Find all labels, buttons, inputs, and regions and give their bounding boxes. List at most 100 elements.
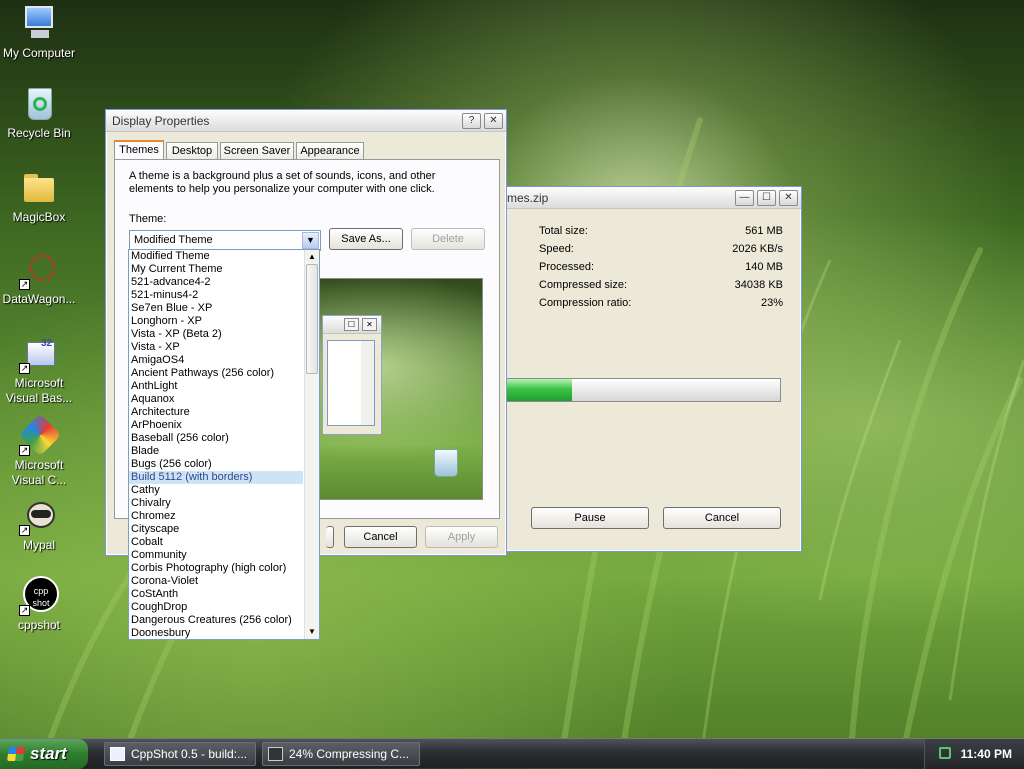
theme-option[interactable]: Architecture [129, 406, 303, 419]
theme-option[interactable]: Doonesbury [129, 627, 303, 640]
compress-window-title: mes.zip [507, 190, 549, 205]
close-button[interactable]: ✕ [484, 112, 503, 129]
clock[interactable]: 11:40 PM [961, 747, 1012, 761]
theme-option[interactable]: Se7en Blue - XP [129, 302, 303, 315]
theme-option[interactable]: Blade [129, 445, 303, 458]
tab-appearance[interactable]: Appearance [296, 142, 364, 160]
chevron-up-icon[interactable]: ▲ [306, 251, 318, 263]
theme-option[interactable]: Chivalry [129, 497, 303, 510]
theme-option[interactable]: Bugs (256 color) [129, 458, 303, 471]
stat-row: Speed: 2026 KB/s [539, 243, 783, 255]
tab-screen-saver[interactable]: Screen Saver [220, 142, 294, 160]
maximize-icon: ☐ [344, 318, 359, 331]
preview-scrollbar [361, 341, 374, 425]
save-as-button[interactable]: Save As... [329, 228, 403, 250]
compress-titlebar[interactable]: mes.zip — ☐ ✕ [501, 187, 801, 209]
theme-option[interactable]: Longhorn - XP [129, 315, 303, 328]
windows-logo-icon [7, 747, 25, 761]
taskbar-item-cppshot[interactable]: CppShot 0.5 - build:... [104, 742, 256, 766]
theme-option[interactable]: 521-minus4-2 [129, 289, 303, 302]
compress-cancel-button[interactable]: Cancel [663, 507, 781, 529]
taskbar: start CppShot 0.5 - build:... 24% Compre… [0, 738, 1024, 769]
theme-option[interactable]: Corona-Violet [129, 575, 303, 588]
pause-button[interactable]: Pause [531, 507, 649, 529]
start-button[interactable]: start [0, 739, 88, 769]
desktop-icon-recycle-bin[interactable]: Recycle Bin [0, 84, 78, 141]
shortcut-arrow-icon: ↗ [19, 363, 30, 374]
stat-row: Compressed size: 34038 KB [539, 279, 783, 291]
desktop-icon-mypal[interactable]: ↗ Mypal [0, 496, 78, 553]
help-button[interactable]: ? [462, 112, 481, 129]
shortcut-arrow-icon: ↗ [19, 605, 30, 616]
theme-option[interactable]: ArPhoenix [129, 419, 303, 432]
window-icon [110, 747, 125, 761]
shortcut-arrow-icon: ↗ [19, 525, 30, 536]
desktop-icon-magicbox[interactable]: MagicBox [0, 168, 78, 225]
visual-basic-icon: 32 ↗ [19, 334, 59, 374]
preview-titlebar: ☐ ✕ [323, 316, 381, 334]
recycle-bin-icon [19, 84, 59, 124]
dropdown-scrollbar[interactable]: ▲ ▼ [304, 250, 319, 639]
desktop-icon-cppshot[interactable]: cpp shot ↗ cppshot [0, 576, 78, 633]
minimize-button[interactable]: — [735, 189, 754, 206]
recycle-bin-icon [434, 449, 458, 477]
theme-option[interactable]: 521-advance4-2 [129, 276, 303, 289]
preview-window: ☐ ✕ [322, 315, 382, 435]
cancel-button[interactable]: Cancel [344, 526, 417, 548]
theme-option[interactable]: Modified Theme [129, 250, 303, 263]
theme-option[interactable]: Vista - XP [129, 341, 303, 354]
theme-label: Theme: [129, 213, 167, 225]
scroll-thumb[interactable] [306, 264, 318, 374]
computer-icon [19, 4, 59, 44]
close-button[interactable]: ✕ [779, 189, 798, 206]
system-tray: 11:40 PM [924, 739, 1024, 769]
display-properties-titlebar[interactable]: Display Properties ? ✕ [106, 110, 506, 132]
theme-option[interactable]: Baseball (256 color) [129, 432, 303, 445]
shortcut-arrow-icon: ↗ [19, 279, 30, 290]
theme-option[interactable]: Chromez [129, 510, 303, 523]
stat-row: Compression ratio: 23% [539, 297, 783, 309]
maximize-button[interactable]: ☐ [757, 189, 776, 206]
desktop-icon-visual-c[interactable]: ↗ Microsoft Visual C... [0, 413, 78, 488]
desktop-icon-datawagon[interactable]: ↗ DataWagon... [0, 250, 78, 307]
theme-option[interactable]: Cityscape [129, 523, 303, 536]
compress-window[interactable]: mes.zip — ☐ ✕ Total size: 561 MB Speed: … [500, 186, 802, 552]
theme-select-value: Modified Theme [134, 234, 213, 246]
theme-dropdown-list[interactable]: Modified Theme My Current Theme 521-advanc… [128, 249, 320, 640]
theme-option[interactable]: Dangerous Creatures (256 color) [129, 614, 303, 627]
theme-option[interactable]: AmigaOS4 [129, 354, 303, 367]
taskbar-item-compressing[interactable]: 24% Compressing C... [262, 742, 420, 766]
theme-option[interactable]: AnthLight [129, 380, 303, 393]
compress-progress-bar [505, 378, 781, 402]
theme-option[interactable]: Cathy [129, 484, 303, 497]
theme-option[interactable]: Vista - XP (Beta 2) [129, 328, 303, 341]
delete-button[interactable]: Delete [411, 228, 485, 250]
chevron-down-icon[interactable]: ▼ [302, 232, 319, 249]
chevron-down-icon[interactable]: ▼ [306, 626, 318, 638]
shortcut-arrow-icon: ↗ [19, 445, 30, 456]
theme-option[interactable]: CoStAnth [129, 588, 303, 601]
stat-row: Total size: 561 MB [539, 225, 783, 237]
themes-description: A theme is a background plus a set of so… [129, 170, 436, 195]
theme-option[interactable]: Aquanox [129, 393, 303, 406]
network-icon[interactable] [939, 747, 951, 759]
theme-option[interactable]: Ancient Pathways (256 color) [129, 367, 303, 380]
compress-stats: Total size: 561 MB Speed: 2026 KB/s Proc… [539, 225, 783, 315]
theme-option[interactable]: My Current Theme [129, 263, 303, 276]
desktop-icon-my-computer[interactable]: My Computer [0, 4, 78, 61]
close-icon: ✕ [362, 318, 377, 331]
theme-option[interactable]: Cobalt [129, 536, 303, 549]
theme-option[interactable]: Corbis Photography (high color) [129, 562, 303, 575]
theme-option[interactable]: Community [129, 549, 303, 562]
theme-select[interactable]: Modified Theme ▼ [129, 230, 321, 251]
desktop-icon-visual-basic[interactable]: 32 ↗ Microsoft Visual Bas... [0, 334, 78, 406]
archive-icon [268, 747, 283, 761]
theme-option[interactable]: Build 5112 (with borders) [129, 471, 303, 484]
preview-textbox [327, 340, 375, 426]
tab-desktop[interactable]: Desktop [166, 142, 218, 160]
theme-option[interactable]: CoughDrop [129, 601, 303, 614]
ok-button-partial[interactable] [326, 526, 334, 548]
tab-themes[interactable]: Themes [114, 140, 164, 161]
visual-c-icon: ↗ [18, 413, 62, 457]
apply-button[interactable]: Apply [425, 526, 498, 548]
